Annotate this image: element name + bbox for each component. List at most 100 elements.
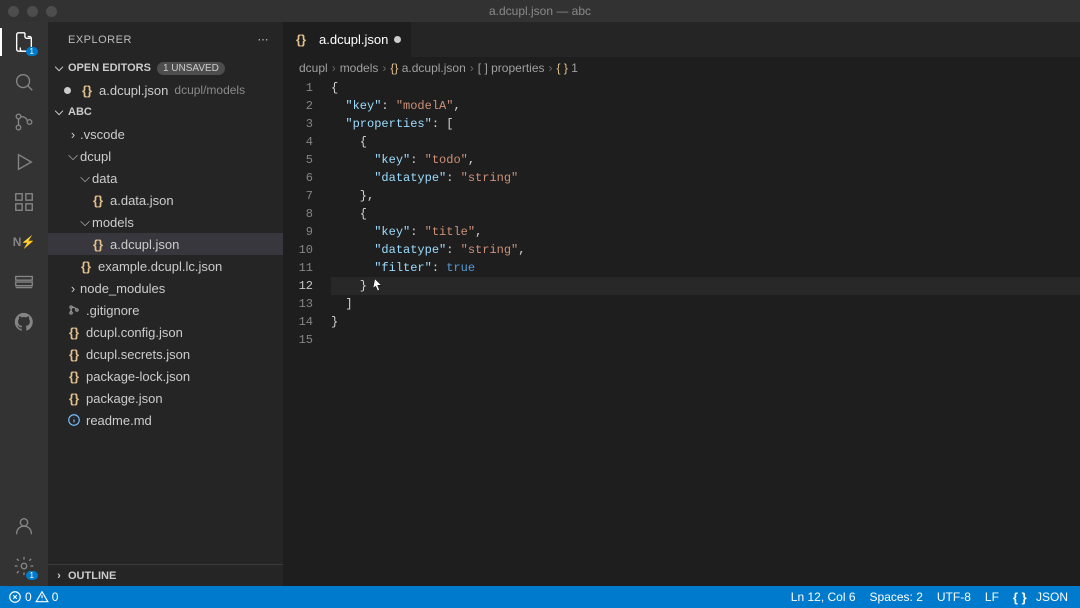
close-window-button[interactable] xyxy=(8,6,19,17)
code-editor[interactable]: 123456789101112131415 { "key": "modelA",… xyxy=(283,79,1080,586)
tree-item-label: a.dcupl.json xyxy=(110,237,179,252)
open-editor-item[interactable]: {} a.dcupl.json dcupl/models xyxy=(48,79,283,101)
json-file-icon: {} xyxy=(293,32,309,48)
accounts-icon[interactable] xyxy=(12,514,36,538)
tree-item[interactable]: {} a.data.json xyxy=(48,189,283,211)
tree-item-label: .gitignore xyxy=(86,303,139,318)
breadcrumb-item[interactable]: {} a.dcupl.json xyxy=(390,61,465,75)
tree-item-label: a.data.json xyxy=(110,193,174,208)
tree-item[interactable]: {} example.dcupl.lc.json xyxy=(48,255,283,277)
tree-item[interactable]: ⌵models xyxy=(48,211,283,233)
json-file-icon: {} xyxy=(66,324,82,340)
language-mode[interactable]: { } JSON xyxy=(1013,590,1068,605)
tree-item-label: readme.md xyxy=(86,413,152,428)
problems-status[interactable]: 0 0 xyxy=(8,590,58,604)
file-tree: ›.vscode⌵dcupl⌵data{}a.data.json⌵models{… xyxy=(48,123,283,564)
json-file-icon: {} xyxy=(66,368,82,384)
nx-icon[interactable]: N⚡ xyxy=(12,230,36,254)
editor-tab[interactable]: {} a.dcupl.json xyxy=(283,22,412,57)
open-editors-header[interactable]: ⌵ OPEN EDITORS 1 UNSAVED xyxy=(48,57,283,79)
chevron-right-icon: › xyxy=(66,281,80,296)
tree-item[interactable]: .gitignore xyxy=(48,299,283,321)
tree-item[interactable]: ›node_modules xyxy=(48,277,283,299)
tree-item[interactable]: {} package-lock.json xyxy=(48,365,283,387)
info-file-icon xyxy=(66,412,82,428)
git-file-icon xyxy=(66,302,82,318)
tree-item-label: node_modules xyxy=(80,281,165,296)
search-icon[interactable] xyxy=(12,70,36,94)
cursor-position[interactable]: Ln 12, Col 6 xyxy=(791,590,856,604)
source-control-icon[interactable] xyxy=(12,110,36,134)
eol-status[interactable]: LF xyxy=(985,590,999,604)
encoding-status[interactable]: UTF-8 xyxy=(937,590,971,604)
window-controls xyxy=(8,6,57,17)
tree-item-label: dcupl xyxy=(80,149,111,164)
line-numbers: 123456789101112131415 xyxy=(283,79,331,586)
tree-item-label: models xyxy=(92,215,134,230)
tabs-bar: {} a.dcupl.json xyxy=(283,22,1080,57)
project-name: ABC xyxy=(68,106,92,118)
sidebar-title: EXPLORER ⋯ xyxy=(48,22,283,57)
tree-item[interactable]: readme.md xyxy=(48,409,283,431)
tree-item[interactable]: ⌵dcupl xyxy=(48,145,283,167)
code-content[interactable]: { "key": "modelA", "properties": [ { "ke… xyxy=(331,79,1080,586)
breadcrumb-separator: › xyxy=(470,61,474,75)
tree-item-label: example.dcupl.lc.json xyxy=(98,259,222,274)
more-actions-icon[interactable]: ⋯ xyxy=(258,33,270,46)
tree-item-label: data xyxy=(92,171,117,186)
sidebar: EXPLORER ⋯ ⌵ OPEN EDITORS 1 UNSAVED {} a… xyxy=(48,22,283,586)
modified-indicator-icon xyxy=(64,87,71,94)
breadcrumb-item[interactable]: [ ] properties xyxy=(478,61,545,75)
minimize-window-button[interactable] xyxy=(27,6,38,17)
tree-item-label: package-lock.json xyxy=(86,369,190,384)
chevron-down-icon: ⌵ xyxy=(78,170,92,186)
outline-header[interactable]: › OUTLINE xyxy=(48,564,283,586)
explorer-icon[interactable]: 1 xyxy=(12,30,36,54)
warning-count: 0 xyxy=(52,590,59,604)
tree-item[interactable]: {}dcupl.secrets.json xyxy=(48,343,283,365)
title-bar: a.dcupl.json — abc xyxy=(0,0,1080,22)
tree-item[interactable]: {} package.json xyxy=(48,387,283,409)
modified-indicator-icon xyxy=(394,36,401,43)
tree-item[interactable]: ›.vscode xyxy=(48,123,283,145)
unsaved-badge: 1 UNSAVED xyxy=(157,62,225,75)
breadcrumb-item[interactable]: { } 1 xyxy=(557,61,578,75)
breadcrumb-item[interactable]: models xyxy=(340,61,379,75)
indentation-status[interactable]: Spaces: 2 xyxy=(870,590,923,604)
json-file-icon: {} xyxy=(78,258,94,274)
tree-item[interactable]: ⌵data xyxy=(48,167,283,189)
open-file-dir: dcupl/models xyxy=(174,83,245,97)
error-count: 0 xyxy=(25,590,32,604)
github-icon[interactable] xyxy=(12,310,36,334)
tree-item-label: package.json xyxy=(86,391,163,406)
json-file-icon: {} xyxy=(90,192,106,208)
json-file-icon: {} xyxy=(90,236,106,252)
open-file-name: a.dcupl.json xyxy=(99,83,168,98)
settings-gear-icon[interactable]: 1 xyxy=(12,554,36,578)
editor-area: {} a.dcupl.json dcupl›models›{} a.dcupl.… xyxy=(283,22,1080,586)
folder-icon[interactable] xyxy=(12,270,36,294)
open-editors-label: OPEN EDITORS xyxy=(68,62,151,74)
tree-item-label: .vscode xyxy=(80,127,125,142)
run-debug-icon[interactable] xyxy=(12,150,36,174)
breadcrumb-separator: › xyxy=(382,61,386,75)
tree-item[interactable]: {}dcupl.config.json xyxy=(48,321,283,343)
breadcrumb-item[interactable]: dcupl xyxy=(299,61,328,75)
breadcrumbs[interactable]: dcupl›models›{} a.dcupl.json›[ ] propert… xyxy=(283,57,1080,79)
json-file-icon: {} xyxy=(66,390,82,406)
breadcrumb-separator: › xyxy=(332,61,336,75)
project-header[interactable]: ⌵ ABC xyxy=(48,101,283,123)
activity-bar: 1 N⚡ 1 xyxy=(0,22,48,586)
chevron-right-icon: › xyxy=(52,570,66,582)
status-bar: 0 0 Ln 12, Col 6 Spaces: 2 UTF-8 LF { } … xyxy=(0,586,1080,608)
outline-label: OUTLINE xyxy=(68,570,116,582)
explorer-label: EXPLORER xyxy=(68,34,132,46)
tree-item[interactable]: {} a.dcupl.json xyxy=(48,233,283,255)
chevron-down-icon: ⌵ xyxy=(66,148,80,164)
extensions-icon[interactable] xyxy=(12,190,36,214)
tree-item-label: dcupl.secrets.json xyxy=(86,347,190,362)
maximize-window-button[interactable] xyxy=(46,6,57,17)
breadcrumb-separator: › xyxy=(549,61,553,75)
chevron-down-icon: ⌵ xyxy=(52,106,66,119)
window-title: a.dcupl.json — abc xyxy=(489,4,591,18)
